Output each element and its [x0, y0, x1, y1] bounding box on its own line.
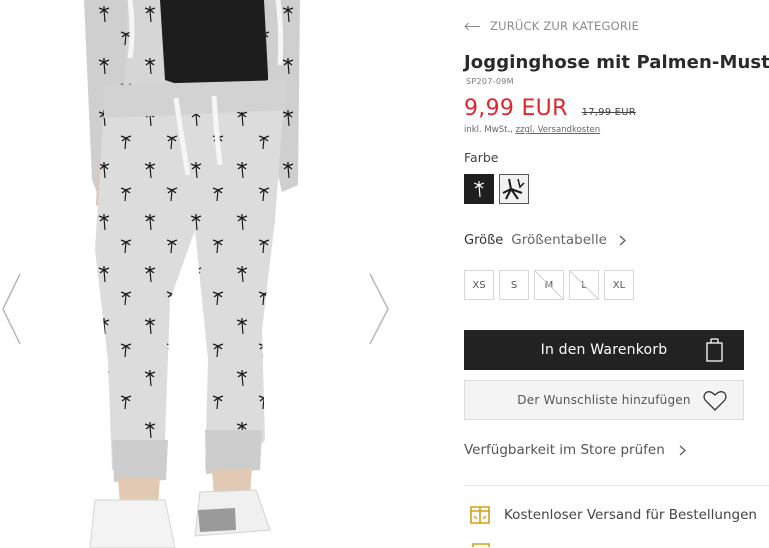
size-chart-link[interactable]: Größentabelle [511, 232, 626, 248]
chevron-right-icon[interactable] [366, 272, 392, 346]
shipping-costs-link[interactable]: zzgl. Versandkosten [516, 125, 601, 135]
add-to-cart-label: In den Warenkorb [540, 342, 668, 358]
chevron-right-icon [619, 235, 626, 245]
size-option-label: XL [612, 279, 626, 291]
chevron-right-icon [679, 445, 686, 455]
size-option-s[interactable]: S [499, 270, 529, 300]
size-label: Größe [464, 232, 504, 248]
size-chart-label: Größentabelle [511, 232, 607, 248]
divider [464, 485, 769, 486]
color-label: Farbe [464, 150, 499, 165]
add-to-wishlist-button[interactable]: Der Wunschliste hinzufügen [464, 380, 744, 420]
color-swatch-black[interactable] [464, 174, 494, 204]
chevron-left-icon[interactable] [0, 272, 26, 346]
size-option-l[interactable]: L [569, 270, 599, 300]
shipping-box-icon [470, 506, 490, 524]
palm-icon [473, 181, 485, 198]
size-option-xs[interactable]: XS [464, 270, 494, 300]
product-details: ZURÜCK ZUR KATEGORIE Jogginghose mit Pal… [464, 0, 769, 548]
size-row: Größe Größentabelle [464, 232, 626, 248]
tax-prefix: inkl. MwSt., [464, 125, 513, 135]
shopping-bag-icon [706, 338, 723, 362]
product-title: Jogginghose mit Palmen-Muster [464, 52, 769, 73]
size-option-xl[interactable]: XL [604, 270, 634, 300]
palm-icon [502, 178, 525, 200]
old-price: 17,99 EUR [581, 107, 636, 118]
color-swatch-grey[interactable] [499, 174, 529, 204]
unavailable-strike-icon [535, 271, 563, 299]
unavailable-strike-icon [570, 271, 598, 299]
tax-info: inkl. MwSt., zzgl. Versandkosten [464, 125, 600, 135]
check-store-availability-link[interactable]: Verfügbarkeit im Store prüfen [464, 442, 686, 458]
size-option-label: S [510, 279, 518, 291]
store-availability-label: Verfügbarkeit im Store prüfen [464, 442, 665, 458]
current-price: 9,99 EUR [464, 96, 568, 121]
add-to-wishlist-label: Der Wunschliste hinzufügen [517, 393, 691, 407]
arrow-left-icon [464, 22, 480, 30]
size-option-m[interactable]: M [534, 270, 564, 300]
back-link-label: ZURÜCK ZUR KATEGORIE [490, 19, 640, 33]
size-options: XS S M L XL [464, 270, 634, 300]
free-shipping-info: Kostenloser Versand für Bestellungen [468, 503, 757, 527]
heart-icon [703, 390, 727, 411]
info-icon [472, 543, 490, 547]
product-gallery [0, 0, 419, 548]
price-row: 9,99 EUR 17,99 EUR [464, 96, 636, 121]
product-photo [0, 0, 419, 548]
free-shipping-label: Kostenloser Versand für Bestellungen [504, 507, 757, 523]
add-to-cart-button[interactable]: In den Warenkorb [464, 330, 744, 370]
size-option-label: XS [472, 279, 486, 291]
product-sku: SP207-09M [466, 77, 514, 86]
back-to-category-link[interactable]: ZURÜCK ZUR KATEGORIE [464, 19, 639, 33]
